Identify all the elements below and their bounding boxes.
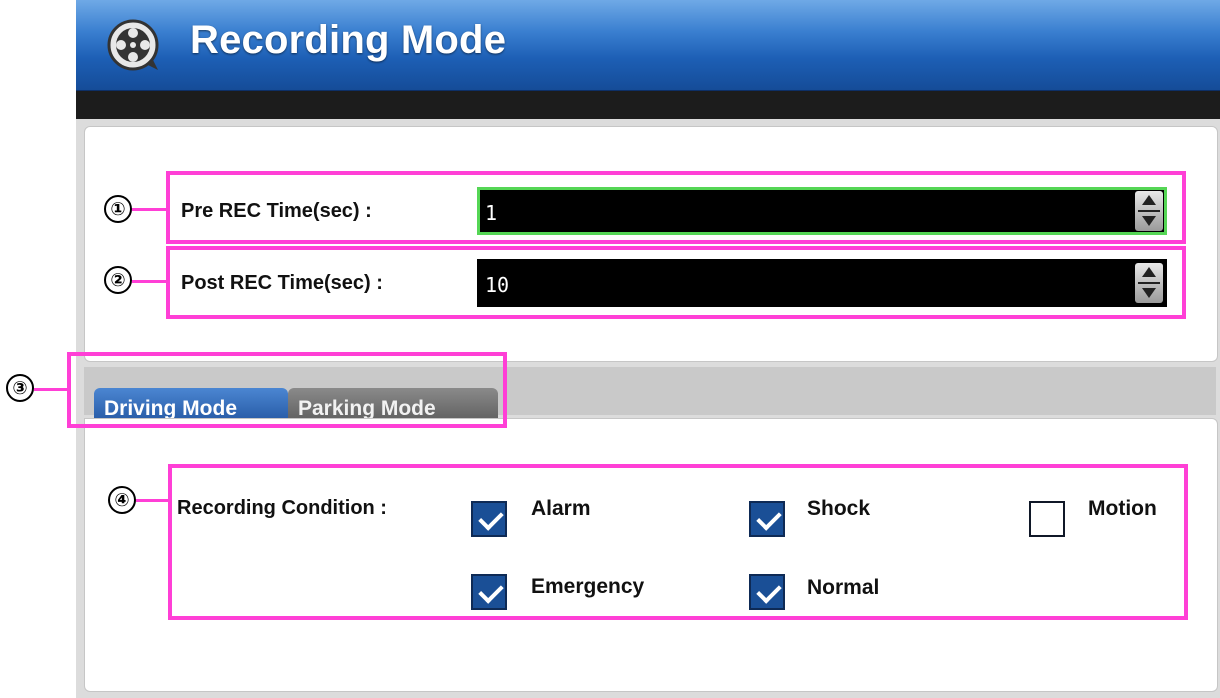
increment-arrow-icon[interactable] bbox=[1142, 267, 1156, 277]
callout-number-4: ④ bbox=[108, 486, 136, 514]
pre-rec-label: Pre REC Time(sec) : bbox=[181, 200, 372, 222]
callout-connector-3 bbox=[34, 388, 68, 391]
normal-checkbox[interactable] bbox=[749, 574, 785, 610]
post-rec-spinbox[interactable]: 10 bbox=[477, 259, 1167, 307]
alarm-checkbox[interactable] bbox=[471, 501, 507, 537]
post-rec-value[interactable]: 10 bbox=[485, 273, 509, 297]
normal-label[interactable]: Normal bbox=[807, 576, 879, 600]
emergency-label[interactable]: Emergency bbox=[531, 575, 644, 599]
callout-connector-1 bbox=[132, 208, 168, 211]
title-bar: Recording Mode bbox=[76, 0, 1220, 91]
toolbar-strip bbox=[76, 91, 1220, 119]
motion-label[interactable]: Motion bbox=[1088, 497, 1157, 521]
shock-label[interactable]: Shock bbox=[807, 497, 870, 521]
rec-time-panel: Pre REC Time(sec) : 1 Post REC Time(sec)… bbox=[84, 126, 1218, 362]
film-reel-icon bbox=[107, 19, 159, 71]
page-title: Recording Mode bbox=[190, 18, 507, 62]
pre-rec-value[interactable]: 1 bbox=[485, 201, 497, 225]
emergency-checkbox[interactable] bbox=[471, 574, 507, 610]
callout-number-3: ③ bbox=[6, 374, 34, 402]
pre-rec-spinbox[interactable]: 1 bbox=[477, 187, 1167, 235]
callout-connector-4 bbox=[136, 499, 170, 502]
motion-checkbox[interactable] bbox=[1029, 501, 1065, 537]
post-rec-label: Post REC Time(sec) : bbox=[181, 272, 383, 294]
decrement-arrow-icon[interactable] bbox=[1142, 288, 1156, 298]
shock-checkbox[interactable] bbox=[749, 501, 785, 537]
recording-condition-panel: Recording Condition : Alarm Shock Motion… bbox=[84, 418, 1218, 692]
callout-number-1: ① bbox=[104, 195, 132, 223]
stepper-divider bbox=[1138, 210, 1160, 212]
app-window: Recording Mode Pre REC Time(sec) : 1 Pos… bbox=[76, 0, 1220, 698]
alarm-label[interactable]: Alarm bbox=[531, 497, 591, 521]
increment-arrow-icon[interactable] bbox=[1142, 195, 1156, 205]
pre-rec-stepper[interactable] bbox=[1135, 191, 1163, 231]
decrement-arrow-icon[interactable] bbox=[1142, 216, 1156, 226]
callout-connector-2 bbox=[132, 280, 168, 283]
stepper-divider bbox=[1138, 282, 1160, 284]
recording-condition-label: Recording Condition : bbox=[177, 497, 387, 519]
post-rec-stepper[interactable] bbox=[1135, 263, 1163, 303]
callout-number-2: ② bbox=[104, 266, 132, 294]
